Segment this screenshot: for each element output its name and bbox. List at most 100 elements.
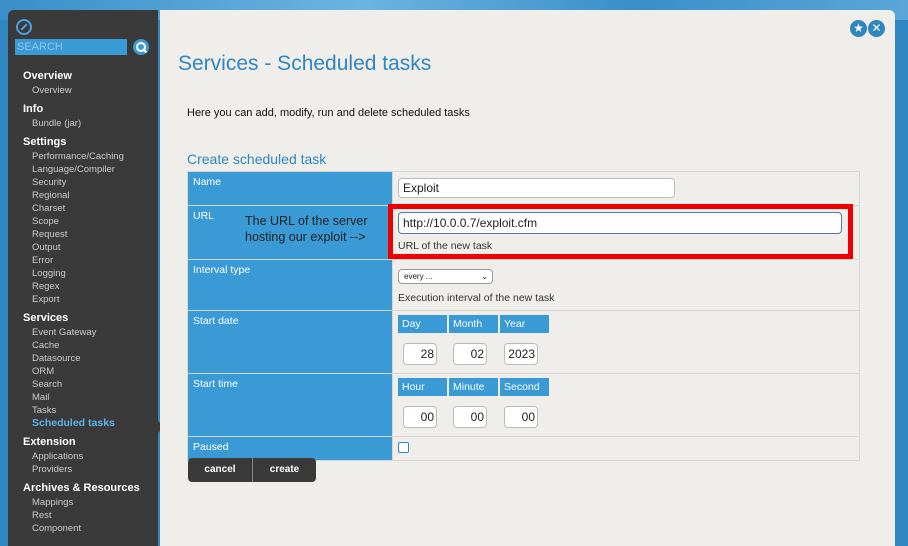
second-cell: 00 bbox=[499, 396, 549, 432]
nav-head[interactable]: Settings bbox=[23, 135, 158, 150]
sidebar-item-overview[interactable]: Overview bbox=[23, 84, 158, 97]
nav-group-info: Info Bundle (jar) bbox=[23, 102, 158, 130]
sidebar-item-regional[interactable]: Regional bbox=[23, 189, 158, 202]
name-cell: Exploit bbox=[392, 171, 860, 206]
sidebar-item-mappings[interactable]: Mappings bbox=[23, 496, 158, 509]
sidebar: SEARCH Overview Overview Info Bundle (ja… bbox=[8, 10, 158, 546]
start-time-label: Start time bbox=[187, 373, 393, 437]
hour-header: Hour bbox=[398, 378, 448, 396]
second-header: Second bbox=[498, 378, 549, 396]
sidebar-item-bundle[interactable]: Bundle (jar) bbox=[23, 117, 158, 130]
paused-label: Paused bbox=[187, 436, 393, 461]
sidebar-item-scheduled-tasks[interactable]: Scheduled tasks bbox=[23, 417, 158, 430]
sidebar-item-orm[interactable]: ORM bbox=[23, 365, 158, 378]
month-header: Month bbox=[447, 315, 499, 333]
search-icon[interactable] bbox=[133, 39, 149, 55]
sidebar-item-logging[interactable]: Logging bbox=[23, 267, 158, 280]
minute-cell: 00 bbox=[448, 396, 499, 432]
nav-group-settings: Settings Performance/Caching Language/Co… bbox=[23, 135, 158, 306]
paused-checkbox[interactable] bbox=[398, 442, 409, 453]
start-date-table: Day Month Year 28 02 2023 bbox=[398, 315, 549, 369]
sidebar-item-providers[interactable]: Providers bbox=[23, 463, 158, 476]
year-header: Year bbox=[498, 315, 549, 333]
year-cell: 2023 bbox=[499, 333, 549, 369]
sidebar-item-search[interactable]: Search bbox=[23, 378, 158, 391]
start-time-cell: Hour Minute Second 00 00 00 bbox=[392, 373, 860, 437]
start-date-cell: Day Month Year 28 02 2023 bbox=[392, 310, 860, 374]
second-input[interactable]: 00 bbox=[504, 406, 538, 428]
main-content: ★ ✕ Services - Scheduled tasks Here you c… bbox=[160, 10, 895, 546]
star-icon[interactable]: ★ bbox=[850, 20, 867, 37]
hour-input[interactable]: 00 bbox=[403, 406, 437, 428]
sidebar-item-applications[interactable]: Applications bbox=[23, 450, 158, 463]
interval-label: Interval type bbox=[187, 259, 393, 311]
month-cell: 02 bbox=[448, 333, 499, 369]
nav-head[interactable]: Archives & Resources bbox=[23, 481, 158, 496]
paused-cell bbox=[392, 436, 860, 461]
day-cell: 28 bbox=[398, 333, 448, 369]
sidebar-item-export[interactable]: Export bbox=[23, 293, 158, 306]
url-label-cell: URL The URL of the server hosting our ex… bbox=[187, 205, 393, 260]
start-date-label: Start date bbox=[187, 310, 393, 374]
close-icon[interactable]: ✕ bbox=[868, 20, 885, 37]
sidebar-item-scope[interactable]: Scope bbox=[23, 215, 158, 228]
interval-cell: every ... ⌄ Execution interval of the ne… bbox=[392, 259, 860, 311]
nav-group-services: Services Event Gateway Cache Datasource … bbox=[23, 311, 158, 430]
cancel-button[interactable]: cancel bbox=[188, 458, 253, 482]
callout-line2: hosting our exploit --> bbox=[245, 230, 366, 244]
interval-selected: every ... bbox=[404, 272, 433, 281]
nav-head[interactable]: Extension bbox=[23, 435, 158, 450]
minute-header: Minute bbox=[447, 378, 499, 396]
page-intro: Here you can add, modify, run and delete… bbox=[187, 107, 470, 119]
nav-head[interactable]: Info bbox=[23, 102, 158, 117]
year-input[interactable]: 2023 bbox=[504, 343, 538, 365]
sidebar-item-charset[interactable]: Charset bbox=[23, 202, 158, 215]
sidebar-item-event-gateway[interactable]: Event Gateway bbox=[23, 326, 158, 339]
sidebar-item-language[interactable]: Language/Compiler bbox=[23, 163, 158, 176]
chevron-down-icon: ⌄ bbox=[481, 272, 488, 281]
logo-icon[interactable] bbox=[16, 19, 32, 35]
sidebar-item-output[interactable]: Output bbox=[23, 241, 158, 254]
annotation-callout: The URL of the server hosting our exploi… bbox=[245, 213, 368, 245]
nav-head[interactable]: Services bbox=[23, 311, 158, 326]
form-buttons: cancel create bbox=[188, 458, 316, 482]
sidebar-item-performance[interactable]: Performance/Caching bbox=[23, 150, 158, 163]
interval-select[interactable]: every ... ⌄ bbox=[398, 269, 493, 284]
name-label: Name bbox=[187, 171, 393, 206]
top-icons: ★ ✕ bbox=[849, 19, 885, 37]
day-header: Day bbox=[398, 315, 448, 333]
sidebar-item-security[interactable]: Security bbox=[23, 176, 158, 189]
section-title: Create scheduled task bbox=[187, 151, 327, 167]
nav-group-archives: Archives & Resources Mappings Rest Compo… bbox=[23, 481, 158, 535]
sidebar-item-cache[interactable]: Cache bbox=[23, 339, 158, 352]
name-input[interactable]: Exploit bbox=[398, 178, 675, 198]
page-title: Services - Scheduled tasks bbox=[178, 52, 432, 75]
sidebar-item-datasource[interactable]: Datasource bbox=[23, 352, 158, 365]
hour-cell: 00 bbox=[398, 396, 448, 432]
day-input[interactable]: 28 bbox=[403, 343, 437, 365]
search-input[interactable]: SEARCH bbox=[15, 39, 127, 55]
form-row-start-date: Start date Day Month Year 28 02 2023 bbox=[187, 310, 860, 374]
form-row-start-time: Start time Hour Minute Second 00 00 00 bbox=[187, 373, 860, 437]
sidebar-item-regex[interactable]: Regex bbox=[23, 280, 158, 293]
form-row-interval: Interval type every ... ⌄ Execution inte… bbox=[187, 259, 860, 311]
start-time-table: Hour Minute Second 00 00 00 bbox=[398, 378, 549, 432]
callout-line1: The URL of the server bbox=[245, 214, 368, 228]
url-label: URL bbox=[193, 210, 215, 222]
minute-input[interactable]: 00 bbox=[453, 406, 487, 428]
sidebar-item-rest[interactable]: Rest bbox=[23, 509, 158, 522]
sidebar-nav: Overview Overview Info Bundle (jar) Sett… bbox=[23, 66, 158, 540]
sidebar-item-tasks[interactable]: Tasks bbox=[23, 404, 158, 417]
sidebar-item-component[interactable]: Component bbox=[23, 522, 158, 535]
nav-head[interactable]: Overview bbox=[23, 69, 158, 84]
form-row-name: Name Exploit bbox=[187, 171, 860, 206]
sidebar-item-request[interactable]: Request bbox=[23, 228, 158, 241]
interval-hint: Execution interval of the new task bbox=[398, 292, 555, 304]
nav-group-overview: Overview Overview bbox=[23, 69, 158, 97]
sidebar-item-error[interactable]: Error bbox=[23, 254, 158, 267]
month-input[interactable]: 02 bbox=[453, 343, 487, 365]
nav-group-extension: Extension Applications Providers bbox=[23, 435, 158, 476]
sidebar-item-mail[interactable]: Mail bbox=[23, 391, 158, 404]
create-button[interactable]: create bbox=[253, 458, 316, 482]
highlight-box bbox=[388, 204, 853, 259]
